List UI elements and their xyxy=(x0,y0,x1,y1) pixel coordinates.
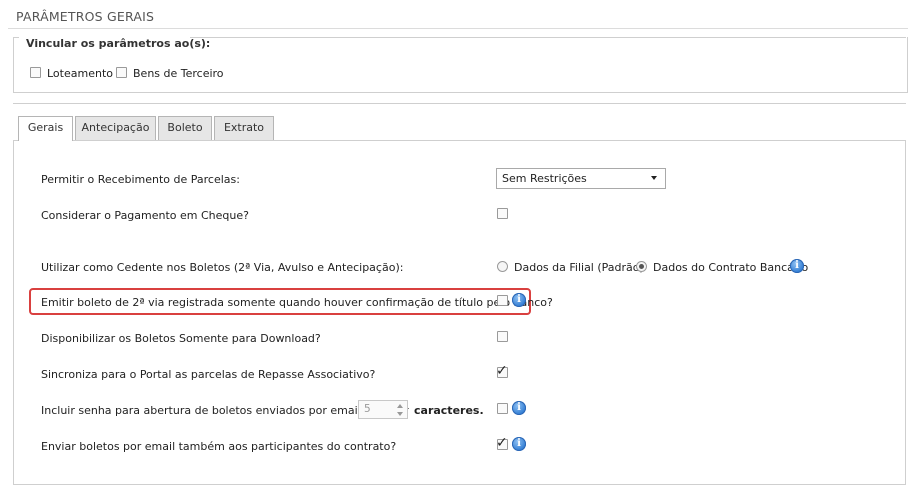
senha-checkbox[interactable] xyxy=(497,403,508,414)
cedente-contrato-radio[interactable] xyxy=(636,261,647,272)
title-divider xyxy=(8,28,908,29)
check-icon[interactable]: ✓ xyxy=(496,364,508,378)
info-icon[interactable]: i xyxy=(512,401,526,415)
download-checkbox[interactable] xyxy=(497,331,508,342)
sincroniza-label: Sincroniza para o Portal as parcelas de … xyxy=(41,368,376,381)
bens-terceiro-checkbox[interactable] xyxy=(116,67,127,78)
senha-length-stepper[interactable]: 5 xyxy=(358,400,408,419)
tab-gerais[interactable]: Gerais xyxy=(18,116,73,141)
cedente-filial-radio[interactable] xyxy=(497,261,508,272)
permitir-recebimento-select[interactable]: Sem Restrições xyxy=(496,168,666,189)
cedente-contrato-label[interactable]: Dados do Contrato Bancário xyxy=(653,261,808,274)
spin-down-icon[interactable] xyxy=(397,412,403,416)
chevron-down-icon[interactable] xyxy=(651,176,657,180)
page-title: PARÂMETROS GERAIS xyxy=(16,9,155,24)
senha-suffix: caracteres. xyxy=(414,404,484,417)
tab-antecipacao[interactable]: Antecipação xyxy=(75,116,156,140)
considerar-cheque-checkbox[interactable] xyxy=(497,208,508,219)
loteamento-checkbox[interactable] xyxy=(30,67,41,78)
considerar-cheque-label: Considerar o Pagamento em Cheque? xyxy=(41,209,249,222)
vincular-legend: Vincular os parâmetros ao(s): xyxy=(26,37,211,50)
cedente-filial-label[interactable]: Dados da Filial (Padrão) xyxy=(514,261,644,274)
emitir-2via-label: Emitir boleto de 2ª via registrada somen… xyxy=(41,296,553,309)
emitir-2via-checkbox[interactable] xyxy=(497,295,508,306)
section-divider xyxy=(13,103,906,104)
cedente-label: Utilizar como Cedente nos Boletos (2ª Vi… xyxy=(41,261,404,274)
tab-boleto[interactable]: Boleto xyxy=(158,116,212,140)
fieldset-border xyxy=(190,37,906,38)
info-icon[interactable]: i xyxy=(790,259,804,273)
senha-label: Incluir senha para abertura de boletos e… xyxy=(41,404,409,417)
permitir-recebimento-label: Permitir o Recebimento de Parcelas: xyxy=(41,173,240,186)
download-label: Disponibilizar os Boletos Somente para D… xyxy=(41,332,321,345)
loteamento-label[interactable]: Loteamento xyxy=(47,67,113,80)
spin-up-icon[interactable] xyxy=(397,404,403,408)
fieldset-border xyxy=(13,37,19,38)
tab-extrato[interactable]: Extrato xyxy=(214,116,274,140)
enviar-participantes-label: Enviar boletos por email também aos part… xyxy=(41,440,397,453)
info-icon[interactable]: i xyxy=(512,437,526,451)
info-icon[interactable]: i xyxy=(512,293,526,307)
check-icon[interactable]: ✓ xyxy=(496,436,508,450)
bens-terceiro-label[interactable]: Bens de Terceiro xyxy=(133,67,224,80)
